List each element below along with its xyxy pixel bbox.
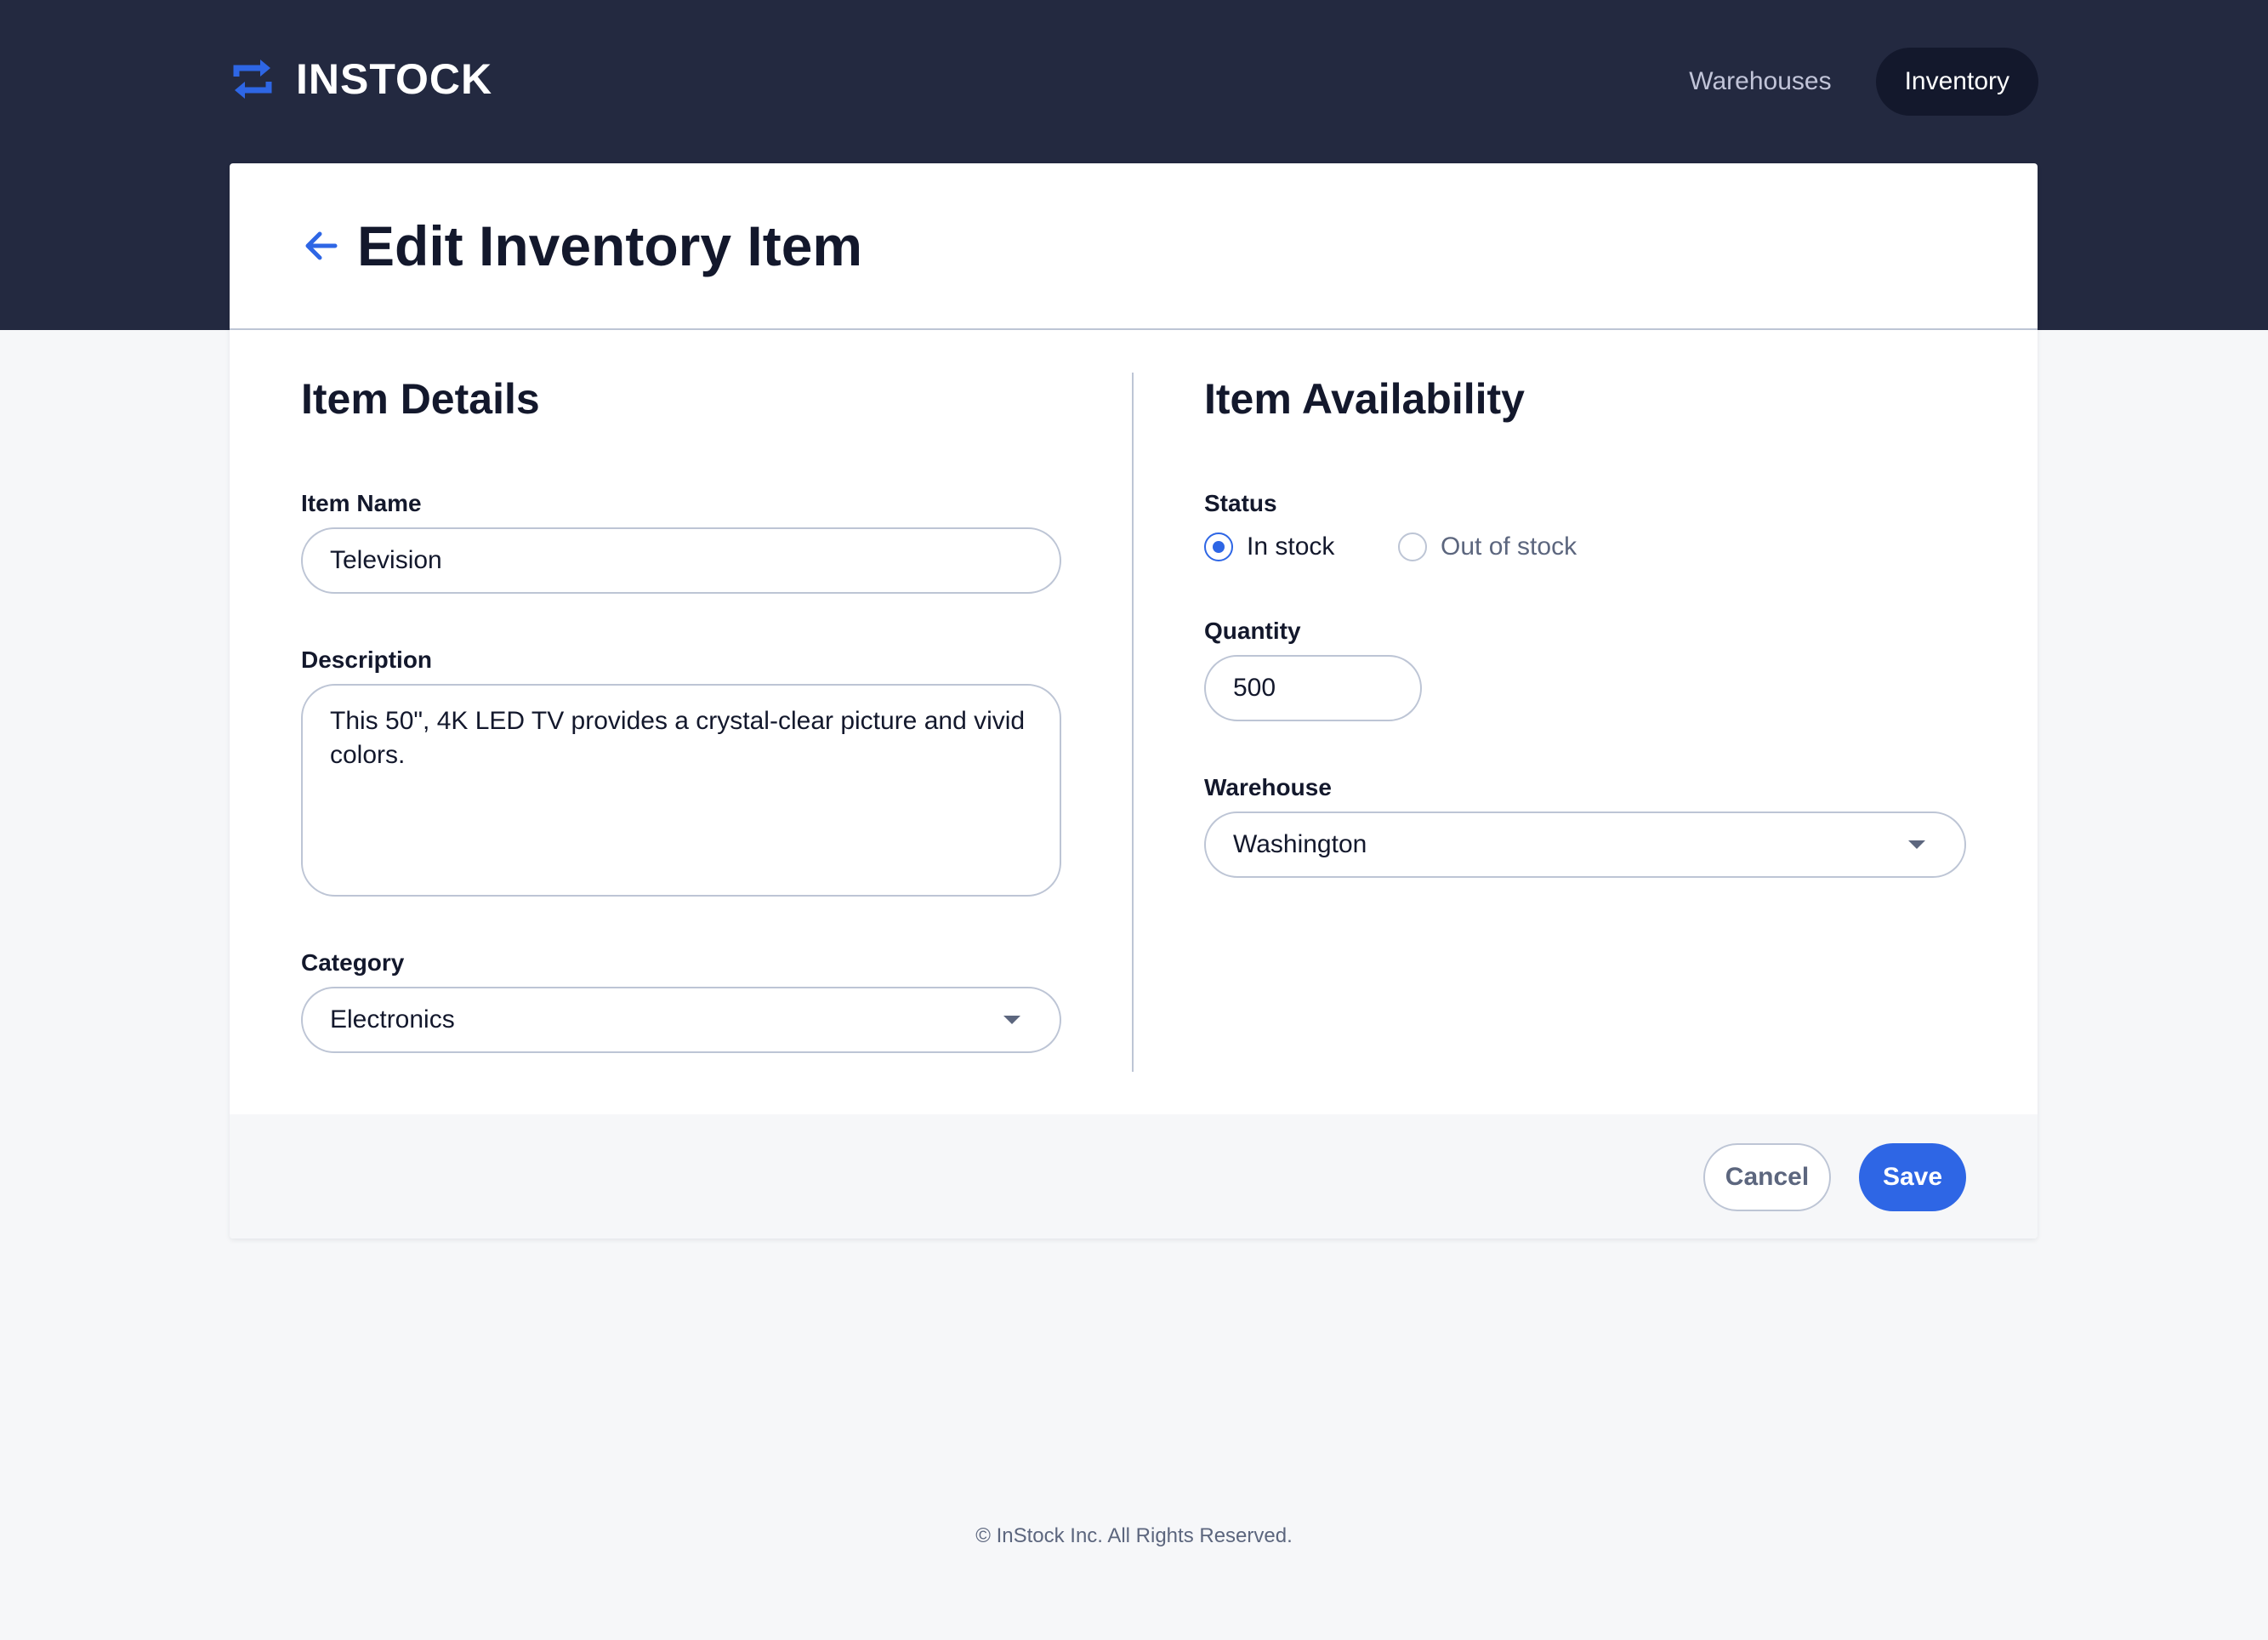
form-actions: Cancel Save (230, 1114, 2038, 1239)
cancel-button[interactable]: Cancel (1703, 1143, 1831, 1211)
item-name-label: Item Name (301, 490, 422, 516)
nav-inventory[interactable]: Inventory (1875, 48, 2038, 116)
quantity-value: 500 (1233, 674, 1276, 702)
warehouse-label: Warehouse (1204, 774, 1332, 800)
page-title: Edit Inventory Item (357, 214, 863, 277)
warehouse-select[interactable]: Washington (1204, 811, 1966, 878)
radio-out-of-stock[interactable] (1398, 532, 1427, 561)
chevron-down-icon (1003, 1016, 1020, 1024)
chevron-down-icon (1908, 840, 1925, 849)
form-body: Item Details Item Name Television Descri… (230, 330, 2038, 1114)
card-header: Edit Inventory Item (230, 163, 2038, 330)
category-value: Electronics (330, 1005, 455, 1034)
section-title-item-availability: Item Availability (1204, 375, 1525, 423)
radio-in-stock[interactable] (1204, 532, 1233, 561)
nav-warehouses[interactable]: Warehouses (1660, 48, 1860, 116)
radio-in-stock-label: In stock (1247, 532, 1335, 561)
radio-out-of-stock-label: Out of stock (1441, 532, 1577, 561)
brand-logo[interactable]: INSTOCK (230, 54, 492, 104)
quantity-input[interactable]: 500 (1204, 655, 1422, 721)
main-nav: Warehouses Inventory (1660, 48, 2038, 116)
item-name-input[interactable]: Television (301, 527, 1061, 594)
description-value: This 50", 4K LED TV provides a crystal-c… (330, 707, 1026, 769)
brand-name: INSTOCK (296, 55, 493, 103)
status-label: Status (1204, 490, 1277, 516)
warehouse-value: Washington (1233, 830, 1367, 858)
section-title-item-details: Item Details (301, 375, 540, 423)
category-select[interactable]: Electronics (301, 987, 1061, 1053)
status-option-in-stock[interactable]: In stock (1204, 532, 1334, 561)
category-label: Category (301, 949, 405, 976)
status-option-out-of-stock[interactable]: Out of stock (1398, 532, 1577, 561)
quantity-label: Quantity (1204, 618, 1301, 644)
column-divider (1132, 373, 1134, 1072)
swap-arrows-icon (233, 60, 272, 99)
arrow-back-icon[interactable] (303, 229, 338, 263)
description-label: Description (301, 646, 433, 673)
copyright-footer: © InStock Inc. All Rights Reserved. (975, 1524, 1293, 1547)
item-name-value: Television (330, 546, 442, 574)
description-textarea[interactable]: This 50", 4K LED TV provides a crystal-c… (301, 684, 1061, 897)
edit-item-card: Edit Inventory Item Item Details Item Na… (230, 163, 2038, 1239)
save-button[interactable]: Save (1859, 1143, 1966, 1211)
